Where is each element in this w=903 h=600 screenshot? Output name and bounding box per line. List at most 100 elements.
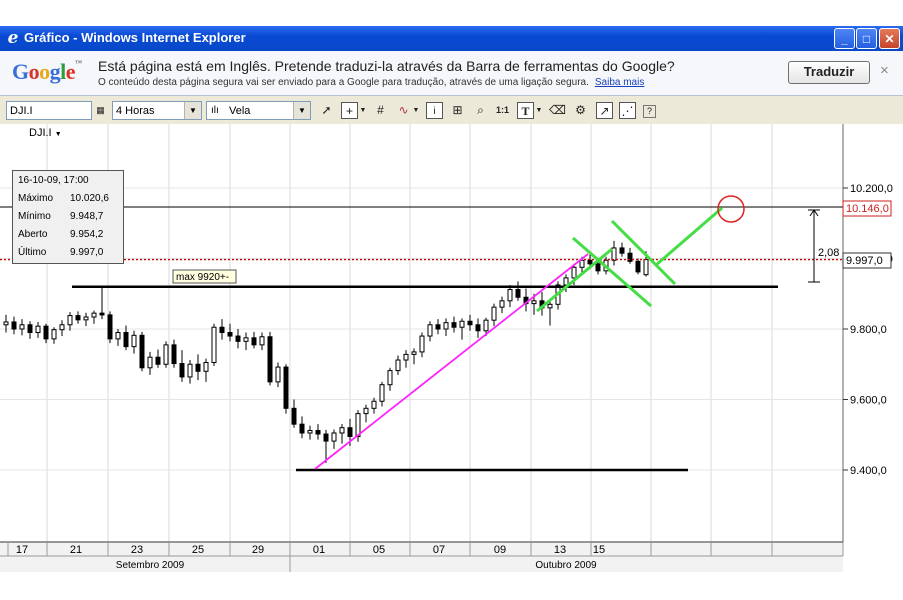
candle-body [507,289,513,302]
candle-body [3,321,9,326]
candle-body [171,344,177,365]
chevron-down-icon: ▼ [293,102,310,119]
candle-body [163,344,169,365]
chevron-down-icon[interactable]: ▼ [359,102,367,119]
close-button[interactable]: ✕ [879,28,900,49]
candle-icon: ılı [211,105,219,116]
x-tick-label: 17 [16,544,28,556]
info-value-high: 10.020,6 [70,193,109,204]
green-target-line[interactable] [655,206,723,267]
interval-select[interactable]: 4 Horas ▼ [112,101,202,120]
chevron-down-icon[interactable]: ▼ [535,102,543,119]
candle-body [403,353,409,361]
ratio-tool[interactable]: 1:1 [494,102,511,119]
y-axis: 10.200,010.000,09.800,09.600,09.400,0 [843,183,893,477]
x-tick-label: 23 [131,544,143,556]
price-chart[interactable]: 2,08 10.200,010.000,09.800,09.600,09.400… [0,124,903,572]
info-date: 16-10-09, 17:00 [18,175,89,186]
candle-body [275,366,281,383]
candle-body [179,363,185,378]
candle-body [531,300,537,305]
info-label-last: Último [18,247,47,258]
grid-icon[interactable]: # [372,102,389,119]
chart-toolbar: DJI.I ▦ 4 Horas ▼ ılı Vela ▼ ➚ + ▼ # ∿ ▼ i … [0,96,903,125]
info-label-high: Máximo [18,193,54,204]
candle-body [515,289,521,298]
symbol-input[interactable]: DJI.I [6,101,92,120]
candle-body [59,324,65,331]
maximize-button[interactable]: □ [856,28,877,49]
pointer-icon[interactable]: ➚ [318,102,335,119]
candle-body [115,332,121,340]
candle-body [11,321,17,330]
info-icon[interactable]: i [426,102,443,119]
info-label-low: Mínimo [18,211,51,222]
candle-body [323,433,329,442]
annotation-text: max 9920+- [176,272,229,283]
settings-icon[interactable]: ⚙ [572,102,589,119]
candle-body [347,427,353,438]
candle-body [411,351,417,355]
chart-style-select[interactable]: ılı Vela ▼ [206,101,311,120]
x-tick-label: 05 [373,544,385,556]
candle-body [27,324,33,334]
window-titlebar[interactable]: e Gráfico - Windows Internet Explorer _ … [0,26,903,51]
candle-body [587,259,593,265]
upper-price-tag-text: 10.146,0 [846,203,889,215]
candle-body [219,326,225,334]
info-value-low: 9.948,7 [70,211,104,222]
window-title: Gráfico - Windows Internet Explorer [24,30,246,45]
month-label-oct: Outubro 2009 [535,560,597,571]
candle-body [315,430,321,435]
chevron-down-icon[interactable]: ▼ [412,102,420,119]
x-tick-label: 01 [313,544,325,556]
candle-body [363,407,369,415]
learn-more-link[interactable]: Saiba mais [595,77,644,88]
candle-body [99,312,105,316]
chevron-down-icon: ▼ [184,102,201,119]
interval-value: 4 Horas [116,105,155,117]
trendline-icon[interactable]: ↗ [596,102,613,119]
candle-body [467,320,473,326]
info-value-open: 9.954,2 [70,229,104,240]
indicator-icon[interactable]: ∿ [395,102,412,119]
candles [3,240,649,463]
help-icon[interactable]: ? [643,105,656,118]
candle-body [139,334,145,369]
month-label-sep: Setembro 2009 [116,560,185,571]
ohlc-info-box: 16-10-09, 17:00 Máximo 10.020,6 Mínimo 9… [12,170,124,264]
chart-area: 2,08 10.200,010.000,09.800,09.600,09.400… [0,124,903,572]
y-tick-label: 9.800,0 [850,324,887,336]
candle-body [243,337,249,342]
add-chart-icon[interactable]: ⊞ [449,102,466,119]
text-tool[interactable]: T [517,102,534,119]
candle-body [643,259,649,276]
translate-bar-close-icon[interactable]: × [880,62,889,79]
crosshair-icon[interactable]: + [341,102,358,119]
candle-body [619,247,625,254]
candle-body [387,370,393,386]
translate-message: Está página está em Inglês. Pretende tra… [98,58,675,74]
candle-body [419,335,425,353]
minimize-button[interactable]: _ [834,28,855,49]
candle-body [475,324,481,332]
translate-button[interactable]: Traduzir [788,61,870,84]
candle-body [483,319,489,332]
candle-body [35,325,41,334]
candle-body [579,259,585,268]
candle-body [291,407,297,425]
status-area [0,572,903,600]
candle-body [427,324,433,337]
x-tick-label: 25 [192,544,204,556]
fan-icon[interactable]: ⋰ [619,102,636,119]
candle-body [571,266,577,279]
zoom-icon[interactable]: ⌕ [472,102,489,119]
eraser-icon[interactable]: ⌫ [549,102,566,119]
candle-body [371,400,377,409]
candle-body [451,322,457,328]
candle-body [635,260,641,273]
chart-symbol-label[interactable]: DJI.I ▼ [29,127,62,139]
x-tick-label: 15 [593,544,605,556]
symbol-grid-icon[interactable]: ▦ [92,102,109,119]
y-tick-label: 9.400,0 [850,465,887,477]
